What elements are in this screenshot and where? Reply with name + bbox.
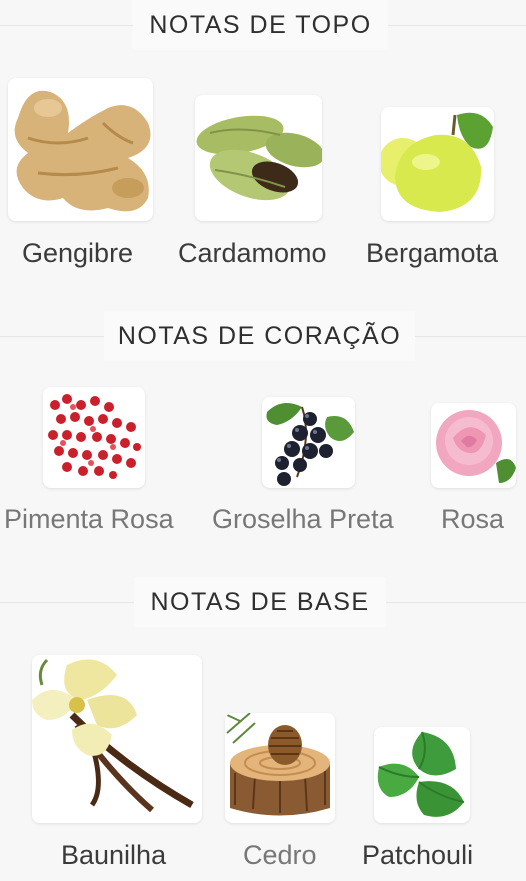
note-label: Cardamomo: [178, 238, 327, 268]
bergamot-image: [381, 107, 494, 221]
ginger-image: [8, 78, 153, 221]
section-header-top-notes: NOTAS DE TOPO: [0, 0, 526, 50]
note-label: Baunilha: [61, 840, 167, 870]
note-label: Groselha Preta: [212, 504, 394, 534]
note-label: Gengibre: [22, 238, 134, 268]
note-label: Rosa: [441, 504, 505, 534]
section-title-top-notes: NOTAS DE TOPO: [133, 0, 388, 50]
section-header-base-notes: NOTAS DE BASE: [0, 577, 526, 627]
vanilla-image: [32, 655, 202, 823]
note-label: Patchouli: [362, 840, 474, 870]
note-label: Cedro: [243, 840, 317, 870]
note-label: Bergamota: [366, 238, 499, 268]
pink-pepper-image: [43, 387, 145, 488]
section-title-base-notes: NOTAS DE BASE: [134, 577, 386, 627]
note-label: Pimenta Rosa: [4, 504, 174, 534]
cardamom-image: [195, 95, 322, 221]
section-header-heart-notes: NOTAS DE CORAÇÃO: [0, 311, 526, 361]
rose-image: [431, 403, 516, 488]
blackcurrant-image: [262, 397, 355, 488]
patchouli-image: [374, 727, 470, 823]
section-title-heart-notes: NOTAS DE CORAÇÃO: [104, 311, 415, 361]
cedar-image: [225, 713, 335, 823]
